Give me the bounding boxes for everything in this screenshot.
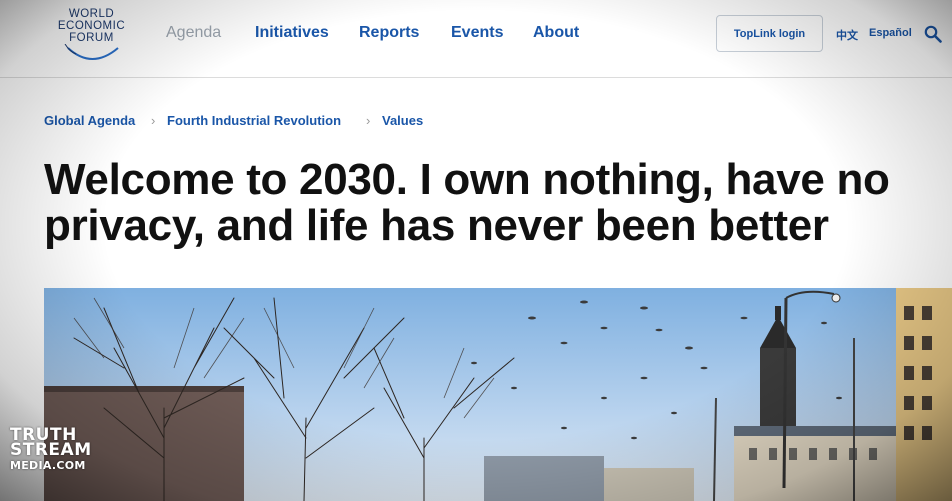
site-header: WORLD ECONOMIC FORUM Agenda Initiatives … — [0, 0, 952, 78]
nav-about[interactable]: About — [533, 24, 579, 42]
breadcrumb-chevron-icon: › — [151, 113, 156, 128]
lang-spanish-link[interactable]: Español — [869, 27, 912, 39]
nav-events[interactable]: Events — [451, 24, 503, 42]
hero-image — [44, 288, 952, 501]
search-icon[interactable] — [924, 25, 942, 43]
breadcrumb-global-agenda[interactable]: Global Agenda — [44, 113, 135, 128]
lang-chinese-link[interactable]: 中文 — [836, 27, 858, 43]
logo-arc-icon — [64, 44, 119, 60]
truthstream-watermark: TRUTH STREAM MEDIA.COM — [10, 425, 92, 473]
logo-wordmark: WORLD ECONOMIC FORUM — [57, 8, 126, 44]
breadcrumb-chevron-icon: › — [366, 113, 371, 128]
nav-agenda[interactable]: Agenda — [166, 24, 221, 42]
nav-reports[interactable]: Reports — [359, 24, 419, 42]
city-square-photo — [44, 288, 952, 501]
toplink-login-button[interactable]: TopLink login — [716, 15, 823, 52]
wef-logo[interactable]: WORLD ECONOMIC FORUM — [44, 8, 139, 66]
breadcrumb-values[interactable]: Values — [382, 113, 423, 128]
nav-initiatives[interactable]: Initiatives — [255, 24, 329, 42]
article-title: Welcome to 2030. I own nothing, have no … — [44, 155, 890, 250]
breadcrumb-fourth-industrial-revolution[interactable]: Fourth Industrial Revolution — [167, 113, 341, 128]
